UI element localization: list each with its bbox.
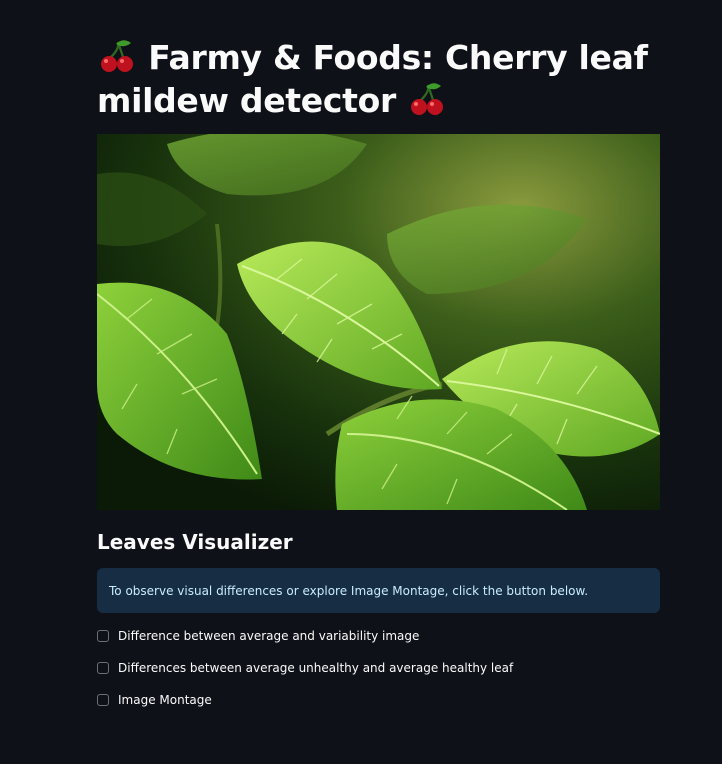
checkbox-label: Differences between average unhealthy an… xyxy=(118,661,514,675)
info-text: To observe visual differences or explore… xyxy=(109,584,589,598)
checkbox-square[interactable] xyxy=(97,662,109,674)
leaves-image xyxy=(97,134,660,510)
checkbox-label: Image Montage xyxy=(118,693,212,707)
cherry-icon xyxy=(407,82,447,116)
checkbox-square[interactable] xyxy=(97,694,109,706)
checkbox-image-montage[interactable]: Image Montage xyxy=(97,690,212,710)
checkbox-avg-variability[interactable]: Difference between average and variabili… xyxy=(97,626,419,646)
cherry-icon xyxy=(97,39,137,73)
page-title: Farmy & Foods: Cherry leaf mildew detect… xyxy=(97,36,660,122)
section-title: Leaves Visualizer xyxy=(97,530,293,554)
checkbox-square[interactable] xyxy=(97,630,109,642)
info-box: To observe visual differences or explore… xyxy=(97,568,660,613)
checkbox-label: Difference between average and variabili… xyxy=(118,629,420,643)
checkbox-avg-difference[interactable]: Differences between average unhealthy an… xyxy=(97,658,513,678)
page-title-text: Farmy & Foods: Cherry leaf mildew detect… xyxy=(97,38,648,120)
